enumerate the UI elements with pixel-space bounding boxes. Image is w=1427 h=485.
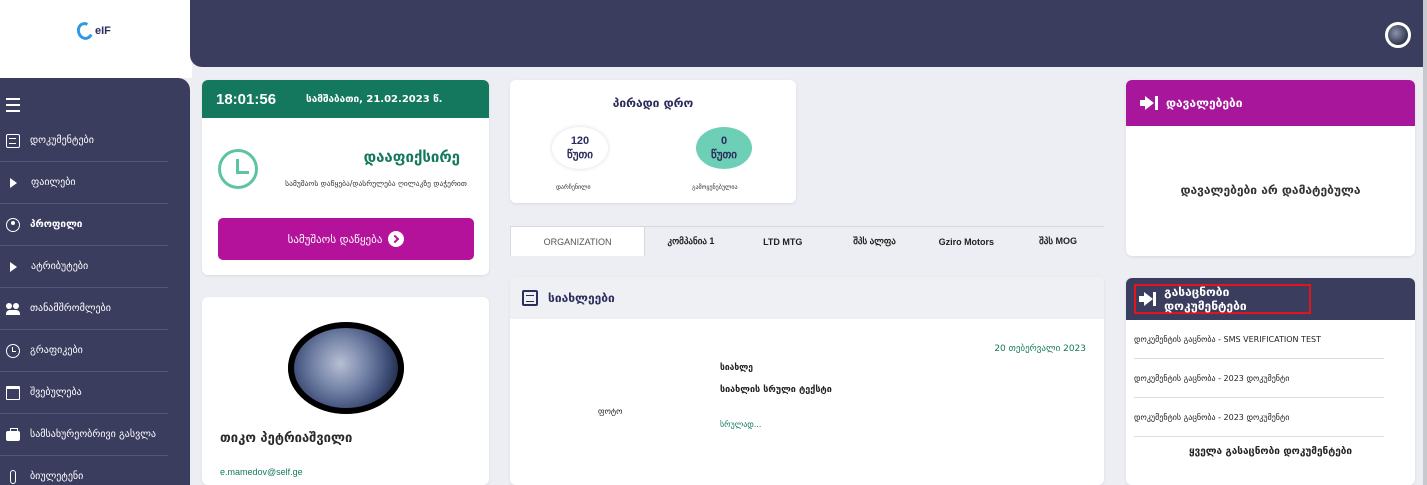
news-card: სიახლეები 20 თებერვალი 2023 სიახლე სიახლ… bbox=[510, 277, 1104, 485]
news-photo-label: ფოტო bbox=[598, 407, 623, 416]
sidebar-item-label: ფაილები bbox=[31, 177, 76, 188]
tab-company-1[interactable]: კომპანია 1 bbox=[645, 227, 737, 256]
triangle-right-icon bbox=[10, 177, 17, 188]
top-bar bbox=[190, 0, 1427, 67]
remaining-time-badge: 120 წუთი bbox=[552, 127, 608, 169]
megaphone-icon bbox=[1139, 292, 1157, 306]
clock-icon bbox=[218, 149, 258, 189]
clock-icon bbox=[6, 343, 20, 358]
ack-documents-card: გასაცნობი დოკუმენტები დოკუმენტის გაცნობა… bbox=[1126, 278, 1415, 485]
sidebar-item-label: ატრიბუტები bbox=[31, 261, 89, 272]
sidebar-item-files[interactable]: ფაილები bbox=[0, 162, 168, 204]
start-work-label: სამუშაოს დაწყება bbox=[287, 232, 383, 246]
arrow-right-icon bbox=[388, 231, 405, 247]
tab-ltd-mtg[interactable]: LTD MTG bbox=[737, 227, 829, 256]
used-time-unit: წუთი bbox=[711, 149, 737, 161]
profile-name: თიკო პეტრიაშვილი bbox=[220, 431, 353, 446]
megaphone-icon bbox=[1140, 96, 1158, 110]
remaining-time-label: დარჩენილი bbox=[556, 184, 591, 191]
tasks-card: დავალებები დავალებები არ დამატებულა bbox=[1126, 80, 1415, 256]
sidebar-item-label: სამსახურეობრივი გასვლა bbox=[30, 429, 156, 440]
personal-time-card: პირადი დრო 120 წუთი 0 წუთი დარჩენილი გამ… bbox=[510, 80, 796, 203]
clock-card: 18:01:56 სამშაბათი, 21.02.2023 წ. დააფიქ… bbox=[202, 80, 489, 275]
register-title: დააფიქსირე bbox=[363, 148, 460, 166]
team-icon bbox=[6, 302, 20, 316]
tab-alpha[interactable]: შპს ალფა bbox=[829, 227, 921, 256]
news-full-text: სიახლის სრული ტექსტი bbox=[720, 385, 832, 395]
sidebar-item-label: შვებულება bbox=[30, 387, 82, 398]
sidebar-item-schedules[interactable]: გრაფიკები bbox=[0, 330, 168, 372]
page-scrollbar[interactable] bbox=[1423, 0, 1427, 485]
ack-documents-title: გასაცნობი დოკუმენტები bbox=[1164, 285, 1247, 313]
menu-toggle-icon[interactable] bbox=[6, 98, 20, 116]
sidebar-item-vacation[interactable]: შვებულება bbox=[0, 372, 168, 414]
user-icon bbox=[6, 217, 20, 232]
sidebar-item-label: პროფილი bbox=[30, 219, 83, 230]
triangle-right-icon bbox=[10, 261, 17, 272]
used-time-badge: 0 წუთი bbox=[696, 127, 752, 169]
thermometer-icon bbox=[10, 469, 16, 484]
start-work-button[interactable]: სამუშაოს დაწყება bbox=[218, 218, 474, 260]
sidebar-item-documents[interactable]: დოკუმენტები bbox=[0, 120, 168, 162]
sidebar-item-profile[interactable]: პროფილი bbox=[0, 204, 168, 246]
remaining-time-unit: წუთი bbox=[567, 149, 593, 161]
news-header: სიახლეები bbox=[510, 277, 1104, 319]
logo-mark-icon bbox=[74, 19, 96, 43]
organization-tabs: ORGANIZATION კომპანია 1 LTD MTG შპს ალფა… bbox=[510, 226, 1104, 256]
sidebar-item-label: თანამშრომლები bbox=[30, 303, 111, 314]
current-date: სამშაბათი, 21.02.2023 წ. bbox=[306, 93, 443, 105]
profile-email[interactable]: e.mamedov@self.ge bbox=[220, 467, 303, 477]
ack-document-item[interactable]: დოკუმენტის გაცნობა - 2023 დოკუმენტი bbox=[1134, 398, 1384, 437]
ack-documents-header: გასაცნობი დოკუმენტები bbox=[1126, 278, 1415, 320]
tasks-header: დავალებები bbox=[1126, 80, 1415, 126]
profile-photo bbox=[288, 322, 404, 414]
document-icon bbox=[6, 133, 20, 148]
tasks-title: დავალებები bbox=[1166, 96, 1243, 110]
news-read-more-link[interactable]: სრულად... bbox=[720, 420, 761, 429]
sidebar: დოკუმენტები ფაილები პროფილი ატრიბუტები თ… bbox=[0, 78, 190, 485]
used-time-value: 0 bbox=[720, 135, 728, 147]
clock-header: 18:01:56 სამშაბათი, 21.02.2023 წ. bbox=[202, 80, 489, 118]
news-title: სიახლეები bbox=[548, 291, 615, 305]
tab-gziro-motors[interactable]: Gziro Motors bbox=[920, 227, 1012, 256]
briefcase-icon bbox=[6, 428, 20, 441]
newspaper-icon bbox=[522, 290, 538, 306]
all-ack-documents-link[interactable]: ყველა გასაცნობი დოკუმენტები bbox=[1126, 446, 1415, 457]
register-subtitle: სამუშაოს დაწყება/დასრულება ღილაკზე დაჭერ… bbox=[285, 179, 467, 188]
user-avatar[interactable] bbox=[1385, 22, 1411, 48]
ack-documents-title-wrap: გასაცნობი დოკუმენტები bbox=[1136, 284, 1309, 314]
sidebar-item-label: ბიულეტენი bbox=[30, 471, 84, 482]
ack-document-item[interactable]: დოკუმენტის გაცნობა - 2023 დოკუმენტი bbox=[1134, 359, 1384, 398]
remaining-time-value: 120 bbox=[570, 135, 590, 147]
sidebar-item-employees[interactable]: თანამშრომლები bbox=[0, 288, 168, 330]
sidebar-item-business-trip[interactable]: სამსახურეობრივი გასვლა bbox=[0, 414, 168, 456]
personal-time-title: პირადი დრო bbox=[612, 96, 694, 110]
app-logo[interactable]: eIF bbox=[74, 19, 111, 43]
tab-mog[interactable]: შპს MOG bbox=[1012, 227, 1104, 256]
tab-organization[interactable]: ORGANIZATION bbox=[510, 227, 646, 256]
news-date: 20 თებერვალი 2023 bbox=[994, 344, 1086, 354]
sidebar-item-label: გრაფიკები bbox=[30, 345, 83, 356]
logo-text: eIF bbox=[95, 25, 111, 37]
sidebar-item-label: დოკუმენტები bbox=[30, 135, 94, 146]
ack-document-item[interactable]: დოკუმენტის გაცნობა - SMS VERIFICATION TE… bbox=[1134, 320, 1384, 359]
sidebar-item-sick-leave[interactable]: ბიულეტენი bbox=[0, 456, 168, 485]
logo-area: eIF bbox=[0, 0, 192, 78]
news-heading: სიახლე bbox=[720, 363, 754, 373]
sidebar-item-attributes[interactable]: ატრიბუტები bbox=[0, 246, 168, 288]
tasks-empty-message: დავალებები არ დამატებულა bbox=[1180, 183, 1361, 197]
current-time: 18:01:56 bbox=[216, 90, 277, 108]
used-time-label: გამოყენებულია bbox=[692, 184, 738, 191]
profile-card: თიკო პეტრიაშვილი e.mamedov@self.ge bbox=[202, 297, 489, 485]
calendar-icon bbox=[6, 385, 20, 400]
